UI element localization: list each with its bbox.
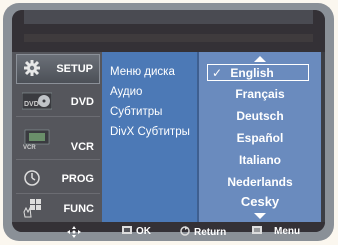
svg-text:VCR: VCR xyxy=(23,145,36,150)
top-stripe xyxy=(24,10,313,24)
clock-icon xyxy=(22,168,42,191)
svg-text:DVD: DVD xyxy=(24,101,39,108)
return-icon xyxy=(180,226,190,239)
menu-hint: Menu xyxy=(252,226,300,237)
return-hint: Return xyxy=(180,226,226,239)
sidebar: SETUP DVD DVD VCR VCR PROG FUNC xyxy=(12,52,102,222)
language-option[interactable]: Italiano xyxy=(199,153,321,167)
gear-icon xyxy=(23,59,41,80)
sidebar-item-setup[interactable]: SETUP xyxy=(16,54,100,84)
ok-label: OK xyxy=(136,226,151,237)
scroll-down-arrow-icon[interactable] xyxy=(254,213,266,219)
func-icon xyxy=(22,198,44,223)
submenu-item-disc-menu[interactable]: Меню диска xyxy=(110,66,175,78)
submenu-item-divx-subtitles[interactable]: DivX Субтитры xyxy=(110,126,190,138)
top-bar xyxy=(12,10,325,52)
sidebar-item-label: FUNC xyxy=(63,203,94,215)
footer-hints: OK Return Menu xyxy=(12,222,325,241)
ok-hint: OK xyxy=(122,226,151,237)
submenu-panel: Меню диска Аудио Субтитры DivX Субтитры xyxy=(102,52,200,222)
enter-icon xyxy=(122,226,132,237)
language-label: English xyxy=(230,66,274,80)
tv-frame: SETUP DVD DVD VCR VCR PROG FUNC Меню дис… xyxy=(3,3,334,241)
submenu-item-subtitles[interactable]: Субтитры xyxy=(110,106,162,118)
navigate-hint xyxy=(67,226,81,241)
return-label: Return xyxy=(194,227,227,238)
dpad-icon xyxy=(67,226,81,241)
submenu-item-audio[interactable]: Аудио xyxy=(110,86,142,98)
sidebar-item-label: PROG xyxy=(61,172,94,185)
language-option-selected[interactable]: ✓ English xyxy=(207,64,309,81)
language-option[interactable]: Nederlands xyxy=(199,175,321,189)
sidebar-item-vcr[interactable]: VCR VCR xyxy=(16,124,100,160)
language-list: ✓ English Français Deutsch Español Itali… xyxy=(197,52,321,222)
scroll-up-arrow-icon[interactable] xyxy=(254,56,266,62)
sidebar-item-label: VCR xyxy=(70,140,94,153)
vcr-icon: VCR xyxy=(22,128,52,153)
language-option[interactable]: Français xyxy=(199,87,321,101)
sidebar-item-dvd[interactable]: DVD DVD xyxy=(16,87,100,117)
osd-screen: SETUP DVD DVD VCR VCR PROG FUNC Меню дис… xyxy=(12,10,325,232)
sidebar-item-func[interactable]: FUNC xyxy=(16,194,100,224)
menu-label: Menu xyxy=(274,226,301,237)
sidebar-item-prog[interactable]: PROG xyxy=(16,164,100,194)
dvd-icon: DVD xyxy=(21,91,53,114)
menu-icon xyxy=(252,226,262,237)
sidebar-item-label: DVD xyxy=(70,95,94,108)
language-option[interactable]: Cesky xyxy=(199,194,321,209)
language-option[interactable]: Español xyxy=(199,131,321,145)
sidebar-item-label: SETUP xyxy=(56,63,93,75)
checkmark-icon: ✓ xyxy=(212,66,223,80)
top-stripe-2 xyxy=(24,34,313,42)
language-option[interactable]: Deutsch xyxy=(199,109,321,123)
